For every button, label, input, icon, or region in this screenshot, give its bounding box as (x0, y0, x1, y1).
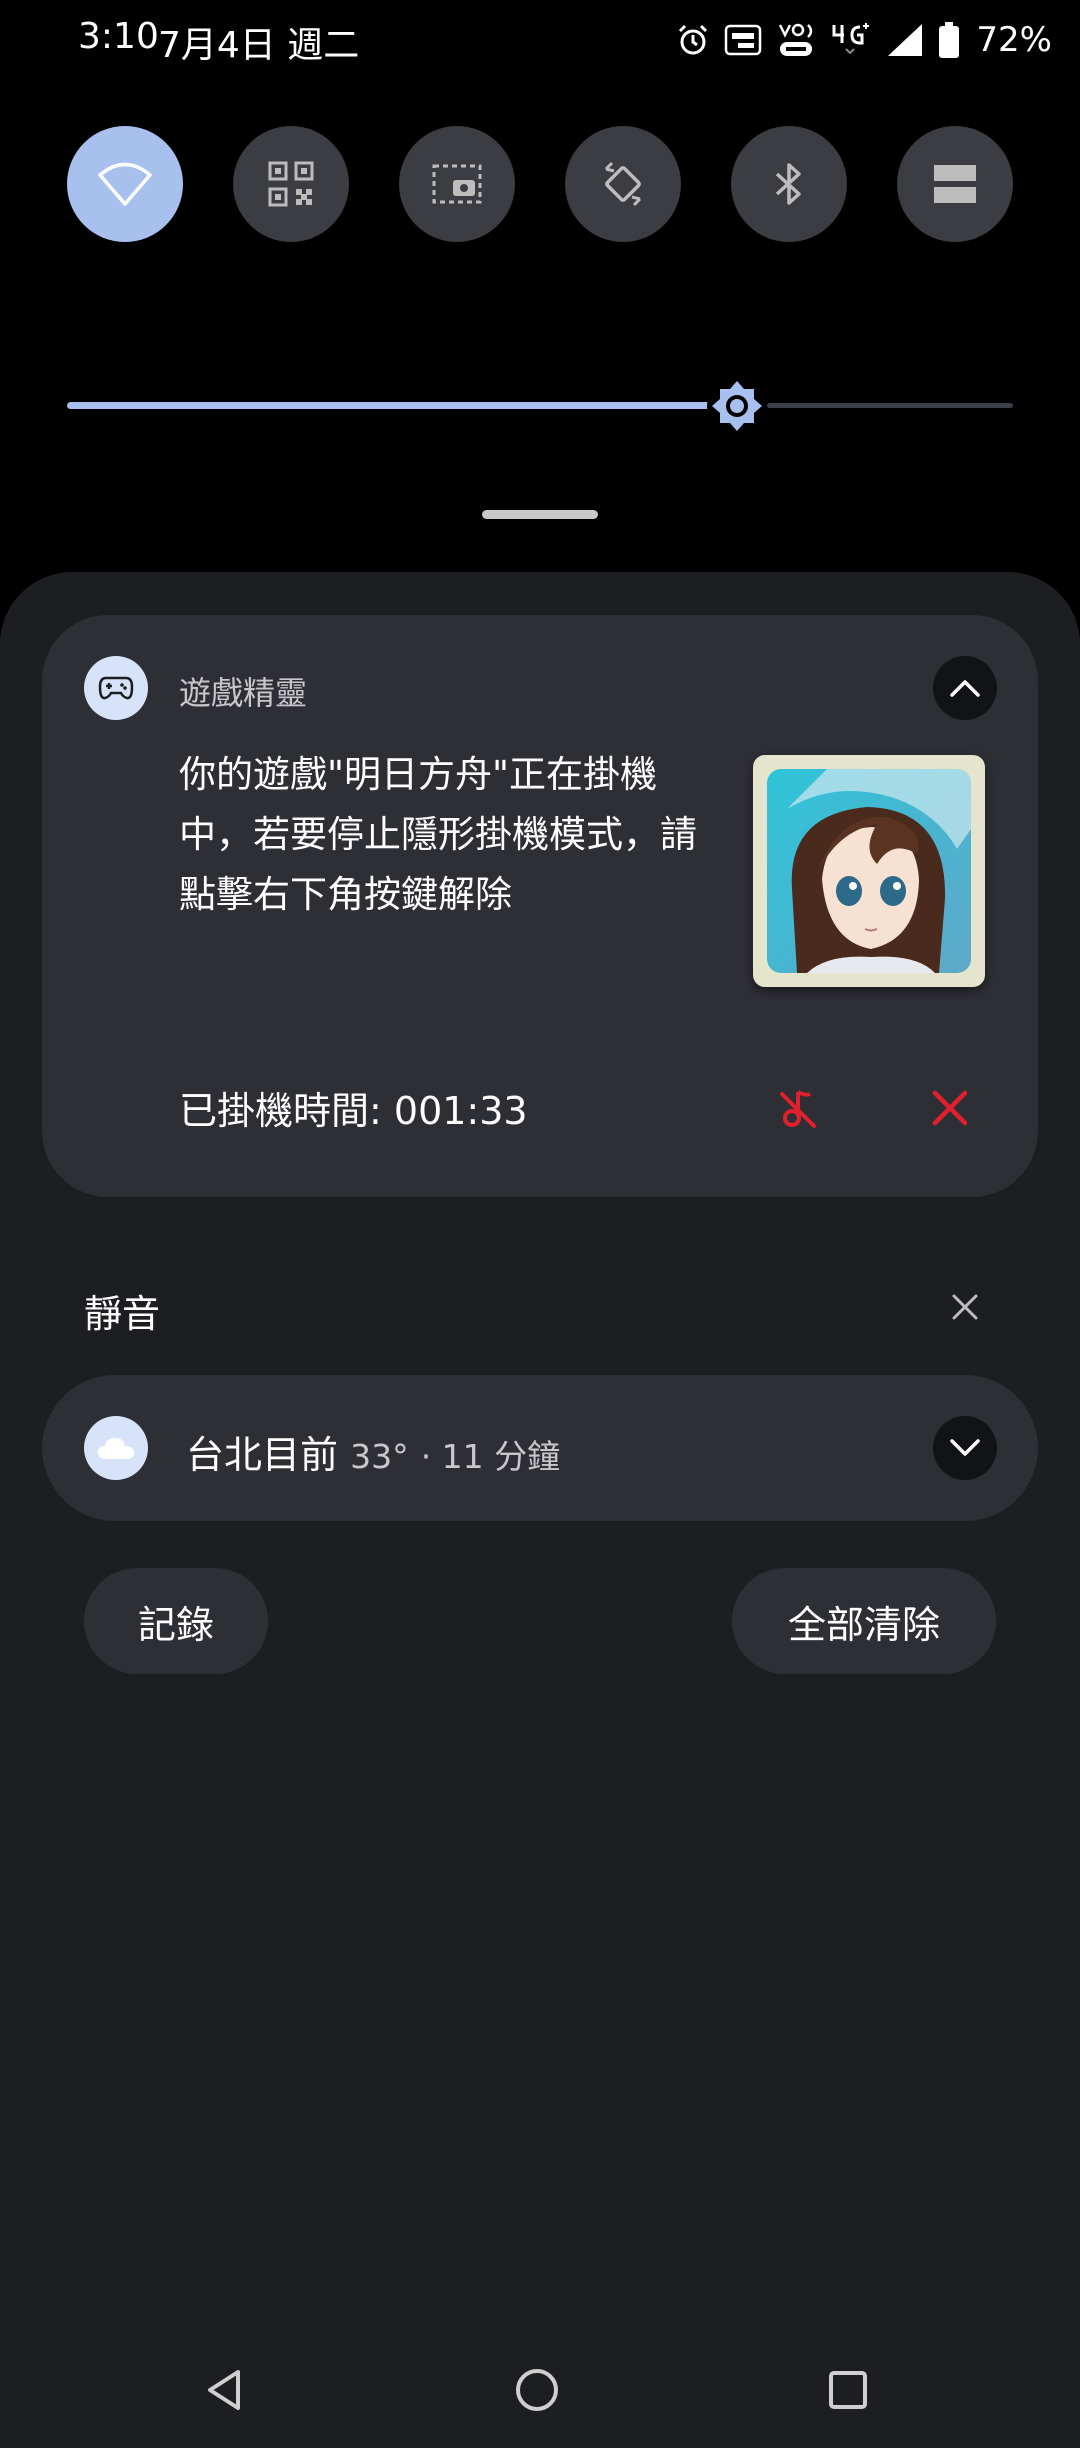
auto-rotate-icon (604, 161, 642, 207)
status-icons: 72% (676, 18, 1052, 62)
weather-time-ago: · 11 分鐘 (420, 1437, 561, 1476)
recents-icon (829, 2371, 867, 2409)
status-date: 7月4日 週二 (158, 25, 360, 66)
wifi-tile[interactable] (67, 126, 183, 242)
game-thumbnail (753, 755, 985, 987)
quick-settings-row (67, 126, 1013, 242)
battery-icon (939, 22, 960, 58)
auto-rotate-tile[interactable] (565, 126, 681, 242)
collapse-button[interactable] (933, 656, 997, 720)
music-off-icon (780, 1090, 816, 1128)
screen-record-tile[interactable] (399, 126, 515, 242)
mute-sound-button[interactable] (770, 1080, 826, 1136)
screen-record-icon (432, 164, 482, 204)
app-icon (84, 656, 148, 720)
chevron-down-icon (950, 1439, 980, 1456)
drag-handle[interactable] (482, 510, 598, 519)
qr-scanner-tile[interactable] (233, 126, 349, 242)
weather-location: 台北目前 (186, 1433, 339, 1477)
brightness-thumb[interactable] (707, 376, 767, 436)
status-time: 3:10 (78, 16, 159, 57)
home-button[interactable] (497, 2350, 577, 2430)
split-screen-icon (934, 165, 976, 203)
app-name: 遊戲精靈 (179, 674, 308, 712)
brightness-track-filled (67, 402, 735, 409)
auto-hz-icon (725, 24, 762, 56)
battery-percent: 72% (976, 20, 1052, 60)
qr-code-icon (268, 161, 314, 207)
volte-icon (779, 23, 813, 56)
weather-app-icon (84, 1416, 148, 1480)
notification-message: 你的遊戲"明日方舟"正在掛機中，若要停止隱形掛機模式，請點擊右下角按鍵解除 (179, 753, 697, 916)
chevron-up-icon (950, 680, 980, 697)
silent-section-close-button[interactable] (946, 1288, 984, 1326)
bluetooth-icon (775, 163, 801, 205)
idle-time: 已掛機時間: 001:33 (179, 1080, 528, 1135)
gamepad-icon (98, 676, 134, 700)
game-character-image (767, 769, 971, 973)
alarm-icon (679, 24, 708, 55)
history-button[interactable]: 記錄 (84, 1568, 268, 1674)
weather-summary: 台北目前 33° · 11 分鐘 (186, 1424, 560, 1479)
signal-icon (888, 24, 923, 56)
back-icon (208, 2370, 240, 2410)
mobile-data-4g-icon (832, 23, 870, 55)
split-screen-tile[interactable] (897, 126, 1013, 242)
brightness-icon (712, 381, 762, 431)
bluetooth-tile[interactable] (731, 126, 847, 242)
stop-idle-button[interactable] (922, 1080, 978, 1136)
clear-all-button[interactable]: 全部清除 (732, 1568, 996, 1674)
back-button[interactable] (184, 2350, 264, 2430)
close-icon (932, 1090, 968, 1126)
recents-button[interactable] (808, 2350, 888, 2430)
idle-time-value: 001:33 (393, 1089, 528, 1133)
status-bar: 3:10 7月4日 週二 72% (0, 0, 1080, 80)
home-icon (516, 2369, 558, 2411)
silent-section-title: 靜音 (84, 1292, 161, 1336)
idle-time-label: 已掛機時間: (179, 1089, 382, 1133)
weather-temperature: 33° (350, 1437, 409, 1476)
expand-button[interactable] (933, 1416, 997, 1480)
brightness-slider[interactable] (67, 366, 1013, 446)
brightness-track-empty (767, 403, 1013, 408)
wifi-icon (98, 162, 152, 206)
cloud-icon (98, 1438, 134, 1459)
close-icon (952, 1294, 978, 1320)
